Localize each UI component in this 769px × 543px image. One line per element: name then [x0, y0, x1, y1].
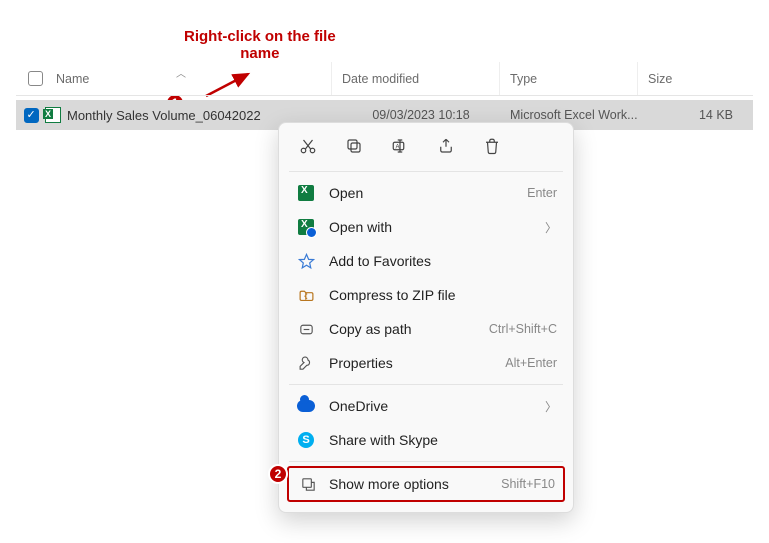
- menu-compress-zip[interactable]: Compress to ZIP file: [279, 278, 573, 312]
- zip-icon: [295, 287, 317, 304]
- menu-add-favorites[interactable]: Add to Favorites: [279, 244, 573, 278]
- rename-icon[interactable]: A: [389, 135, 411, 157]
- menu-copy-path[interactable]: Copy as path Ctrl+Shift+C: [279, 312, 573, 346]
- menu-open-with[interactable]: Open with 〉: [279, 210, 573, 244]
- skype-icon: S: [295, 432, 317, 448]
- column-header-date[interactable]: Date modified: [332, 62, 500, 95]
- menu-separator: [289, 384, 563, 385]
- menu-show-more-options[interactable]: Show more options Shift+F10: [287, 466, 565, 502]
- column-header-type[interactable]: Type: [500, 62, 638, 95]
- column-header-size[interactable]: Size: [638, 62, 753, 95]
- menu-open[interactable]: Open Enter: [279, 176, 573, 210]
- menu-onedrive[interactable]: OneDrive 〉: [279, 389, 573, 423]
- menu-share-skype[interactable]: S Share with Skype: [279, 423, 573, 457]
- menu-separator: [289, 171, 563, 172]
- sort-ascending-icon: ︿: [176, 65, 186, 80]
- context-iconbar: A: [279, 129, 573, 167]
- menu-separator: [289, 461, 563, 462]
- file-size: 14 KB: [638, 100, 753, 130]
- menu-properties[interactable]: Properties Alt+Enter: [279, 346, 573, 380]
- annotation-badge-2: 2: [268, 464, 288, 484]
- column-header-name[interactable]: Name ︿: [16, 62, 332, 95]
- svg-text:A: A: [396, 144, 400, 150]
- share-icon[interactable]: [435, 135, 457, 157]
- column-header-row: Name ︿ Date modified Type Size: [16, 62, 753, 96]
- column-label: Name: [56, 72, 89, 86]
- copy-path-icon: [295, 321, 317, 338]
- excel-file-icon: [45, 107, 61, 123]
- context-menu: A Open Enter Open with 〉 Add to Favorite…: [278, 122, 574, 513]
- copy-icon[interactable]: [343, 135, 365, 157]
- file-name: Monthly Sales Volume_06042022: [67, 108, 261, 123]
- chevron-right-icon: 〉: [545, 219, 557, 236]
- star-icon: [295, 253, 317, 270]
- cut-icon[interactable]: [297, 135, 319, 157]
- excel-icon: [295, 185, 317, 201]
- excel-share-icon: [295, 219, 317, 235]
- properties-icon: [295, 355, 317, 372]
- file-checkbox[interactable]: [24, 108, 39, 123]
- annotation-text: Right-click on the filename: [184, 28, 336, 62]
- more-options-icon: [297, 476, 319, 493]
- delete-icon[interactable]: [481, 135, 503, 157]
- chevron-right-icon: 〉: [545, 398, 557, 415]
- select-all-checkbox[interactable]: [28, 71, 43, 86]
- onedrive-icon: [295, 400, 317, 412]
